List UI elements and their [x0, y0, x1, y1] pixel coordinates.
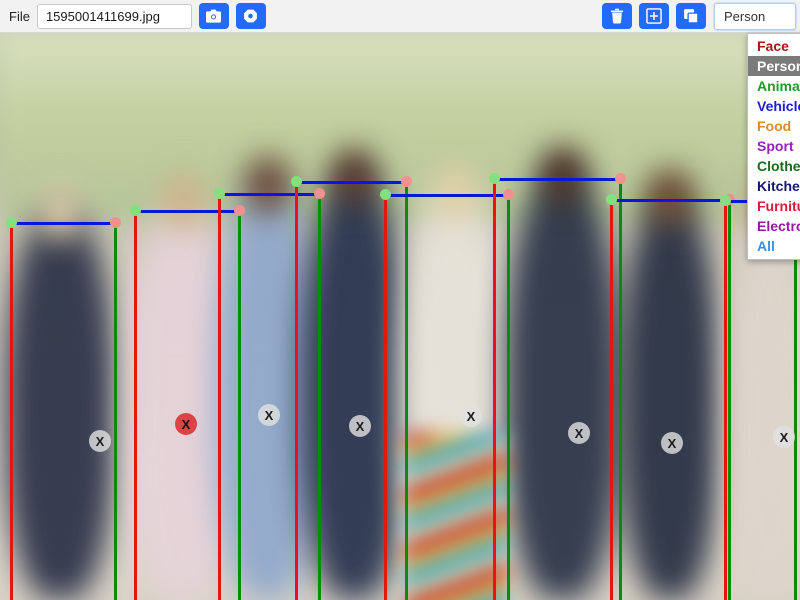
- aperture-icon: [242, 8, 259, 24]
- box-handle-top-right[interactable]: [401, 176, 412, 187]
- box-handle-top-left[interactable]: [489, 173, 500, 184]
- capture-button[interactable]: [198, 3, 229, 29]
- box-right-edge[interactable]: [794, 200, 797, 600]
- box-handle-top-left[interactable]: [6, 217, 17, 228]
- image-canvas[interactable]: X X X X X X X X: [0, 33, 800, 600]
- photo-figure: [300, 175, 408, 600]
- box-top-edge[interactable]: [134, 210, 241, 213]
- camera-icon: [205, 9, 222, 24]
- box-handle-top-right[interactable]: [314, 188, 325, 199]
- photo-figure-head: [431, 163, 479, 221]
- box-delete-button[interactable]: X: [568, 422, 590, 444]
- box-handle-top-left[interactable]: [291, 176, 302, 187]
- box-delete-button[interactable]: X: [661, 432, 683, 454]
- box-handle-top-right[interactable]: [503, 189, 514, 200]
- dropdown-item-clothes[interactable]: Clothes: [748, 156, 800, 176]
- box-handle-top-left[interactable]: [606, 194, 617, 205]
- photo-figure-head: [243, 156, 292, 214]
- file-label: File: [9, 8, 30, 24]
- box-delete-button[interactable]: X: [349, 415, 371, 437]
- box-right-edge[interactable]: [507, 194, 510, 600]
- dropdown-item-vehicle[interactable]: Vehicle: [748, 96, 800, 116]
- box-left-edge[interactable]: [218, 193, 221, 600]
- box-right-edge[interactable]: [405, 181, 408, 600]
- box-top-edge[interactable]: [218, 193, 321, 196]
- box-left-edge[interactable]: [610, 199, 613, 600]
- filename-input[interactable]: [36, 3, 192, 29]
- dropdown-item-all[interactable]: All: [748, 236, 800, 256]
- box-handle-top-left[interactable]: [214, 188, 225, 199]
- photo-figure: [620, 195, 720, 600]
- category-dropdown-menu[interactable]: FacePersonAnimalVehicleFoodSportClothesK…: [747, 33, 800, 260]
- box-delete-button[interactable]: X: [89, 430, 111, 452]
- box-top-edge[interactable]: [493, 178, 622, 181]
- box-top-edge[interactable]: [610, 199, 731, 202]
- snapshot-button[interactable]: [235, 3, 266, 29]
- dropdown-item-sport[interactable]: Sport: [748, 136, 800, 156]
- box-handle-top-right[interactable]: [615, 173, 626, 184]
- dropdown-item-kitchen[interactable]: Kitchen: [748, 176, 800, 196]
- dropdown-item-person[interactable]: Person: [748, 56, 800, 76]
- dropdown-item-furniture[interactable]: Furniture: [748, 196, 800, 216]
- toolbar: File 1595001411699.jpg Person: [0, 0, 800, 33]
- category-select[interactable]: Person: [714, 2, 796, 30]
- category-select-value: Person: [724, 8, 766, 24]
- delete-button[interactable]: [602, 3, 632, 29]
- box-left-edge[interactable]: [295, 181, 298, 600]
- box-left-edge[interactable]: [493, 178, 496, 600]
- photo-figure-head: [646, 168, 694, 226]
- dropdown-item-electronic[interactable]: Electronic: [748, 216, 800, 236]
- photo-figure: [730, 203, 800, 600]
- box-handle-top-right[interactable]: [234, 205, 245, 216]
- box-delete-button[interactable]: X: [175, 413, 197, 435]
- annotated-photo: [0, 33, 800, 600]
- box-delete-button[interactable]: X: [258, 404, 280, 426]
- photo-figure: [505, 173, 620, 600]
- dropdown-item-food[interactable]: Food: [748, 116, 800, 136]
- photo-figure-head: [158, 173, 207, 231]
- box-right-edge[interactable]: [728, 199, 731, 600]
- box-top-edge[interactable]: [295, 181, 408, 184]
- box-top-edge[interactable]: [384, 194, 510, 197]
- box-left-edge[interactable]: [10, 222, 13, 600]
- toolbar-right-group: Person: [595, 2, 796, 30]
- box-delete-button[interactable]: X: [773, 426, 795, 448]
- dropdown-item-face[interactable]: Face: [748, 36, 800, 56]
- box-left-edge[interactable]: [724, 200, 727, 600]
- annotation-app: File 1595001411699.jpg Person X X X X X …: [0, 0, 800, 600]
- add-box-icon: [646, 8, 662, 24]
- photo-figure: [5, 208, 115, 600]
- photo-figure-head: [538, 146, 587, 204]
- box-handle-top-left[interactable]: [380, 189, 391, 200]
- box-right-edge[interactable]: [619, 178, 622, 600]
- box-right-edge[interactable]: [114, 222, 117, 600]
- box-handle-top-left[interactable]: [130, 205, 141, 216]
- photo-figure-head: [36, 183, 84, 241]
- dropdown-item-animal[interactable]: Animal: [748, 76, 800, 96]
- add-box-button[interactable]: [639, 3, 669, 29]
- box-top-edge[interactable]: [10, 222, 117, 225]
- trash-icon: [610, 8, 624, 24]
- box-left-edge[interactable]: [384, 194, 387, 600]
- box-handle-top-right[interactable]: [110, 217, 121, 228]
- box-delete-button[interactable]: X: [460, 405, 482, 427]
- copy-icon: [683, 8, 699, 24]
- photo-figure-skirt: [405, 433, 507, 600]
- duplicate-button[interactable]: [676, 3, 706, 29]
- box-left-edge[interactable]: [134, 210, 137, 600]
- photo-figure-head: [330, 148, 378, 206]
- box-right-edge[interactable]: [238, 210, 241, 600]
- box-right-edge[interactable]: [318, 193, 321, 600]
- box-handle-top-left[interactable]: [720, 195, 731, 206]
